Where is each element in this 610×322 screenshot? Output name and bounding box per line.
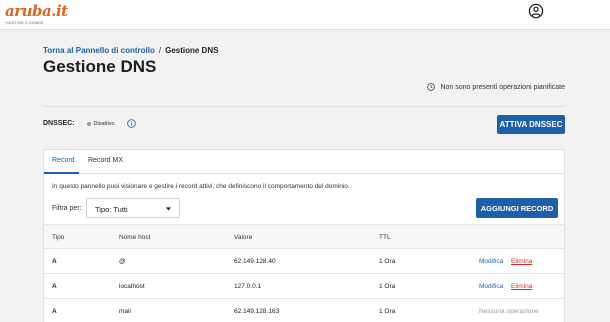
edit-record-link[interactable]: Modifica <box>479 258 503 265</box>
dns-records-panel: Record Record MX In questo pannello puoi… <box>43 149 565 322</box>
record-host: localhost <box>119 283 145 290</box>
info-icon[interactable] <box>126 119 136 128</box>
logo-subtitle: HOSTING E DOMINI <box>6 21 44 25</box>
record-type: A <box>52 258 57 265</box>
panel-description: In questo pannello puoi visionare e gest… <box>52 183 350 190</box>
record-ttl: 1 Ora <box>379 308 396 315</box>
breadcrumb-separator: / <box>158 46 162 55</box>
caret-down-icon <box>166 207 171 211</box>
record-ttl: 1 Ora <box>379 258 396 265</box>
record-host: mail <box>119 308 131 315</box>
scheduled-operations-status: Non sono presenti operazioni pianificate <box>427 83 565 91</box>
header-ttl: TTL <box>379 234 391 241</box>
header-type: Tipo <box>52 234 65 241</box>
record-host: @ <box>119 258 126 265</box>
logo-text: aruba.it <box>5 2 68 20</box>
record-value: 62.149.128.40 <box>234 258 276 265</box>
aruba-logo[interactable]: aruba.it HOSTING E DOMINI <box>5 2 68 25</box>
breadcrumb-current: Gestione DNS <box>165 46 219 55</box>
page-title: Gestione DNS <box>43 57 157 76</box>
table-row: A mail 62.149.128.163 1 Ora Nessuna oper… <box>44 299 564 322</box>
delete-record-link[interactable]: Elimina <box>511 258 532 265</box>
record-ttl: 1 Ora <box>379 283 396 290</box>
delete-record-link[interactable]: Elimina <box>511 283 532 290</box>
filter-selected-value: Tipo: Tutti <box>95 205 128 214</box>
table-header: Tipo Nome host Valore TTL <box>44 224 564 249</box>
filter-label: Filtra per: <box>52 205 82 212</box>
record-value: 127.0.0.1 <box>234 283 262 290</box>
section-divider <box>43 106 565 107</box>
clock-icon <box>427 83 436 91</box>
table-row: A @ 62.149.128.40 1 Ora Modifica Elimina <box>44 249 564 274</box>
edit-record-link[interactable]: Modifica <box>479 283 503 290</box>
add-record-button[interactable]: AGGIUNGI RECORD <box>476 198 558 218</box>
header-host: Nome host <box>119 234 151 241</box>
no-operation-text: Nessuna operazione <box>479 308 539 315</box>
record-type: A <box>52 283 57 290</box>
record-type: A <box>52 308 57 315</box>
tab-record[interactable]: Record <box>52 157 75 164</box>
no-ops-text: Non sono presenti operazioni pianificate <box>440 83 565 91</box>
top-bar: aruba.it HOSTING E DOMINI <box>0 0 610 30</box>
dnssec-status: DNSSEC: Disattivo <box>43 119 136 128</box>
tab-record-mx[interactable]: Record MX <box>88 157 123 164</box>
activate-dnssec-button[interactable]: ATTIVA DNSSEC <box>497 115 565 134</box>
active-tab-indicator <box>44 172 79 174</box>
breadcrumb-back-link[interactable]: Torna al Pannello di controllo <box>43 46 155 55</box>
breadcrumb: Torna al Pannello di controllo / Gestione … <box>43 46 218 55</box>
record-value: 62.149.128.163 <box>234 308 280 315</box>
table-row: A localhost 127.0.0.1 1 Ora Modifica Eli… <box>44 274 564 299</box>
tab-bar: Record Record MX <box>44 150 564 174</box>
type-filter-select[interactable]: Tipo: Tutti <box>86 198 180 218</box>
dnssec-label: DNSSEC: <box>43 120 75 127</box>
user-circle-icon[interactable] <box>528 3 544 19</box>
status-dot-icon <box>86 121 91 126</box>
dnssec-status-text: Disattivo <box>93 120 115 127</box>
header-value: Valore <box>234 234 253 241</box>
